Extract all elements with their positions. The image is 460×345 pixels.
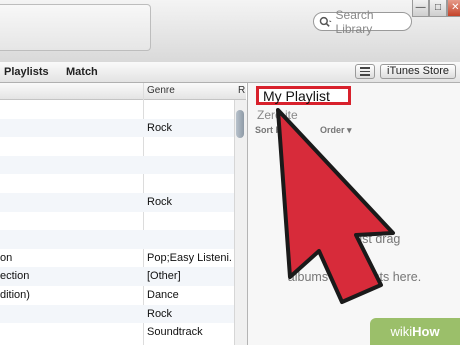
pointer-arrow-icon [276, 108, 395, 304]
watermark-brand: wiki [390, 324, 413, 339]
wikihow-watermark: wikiHow [370, 318, 460, 345]
watermark-suffix: How [412, 324, 440, 339]
